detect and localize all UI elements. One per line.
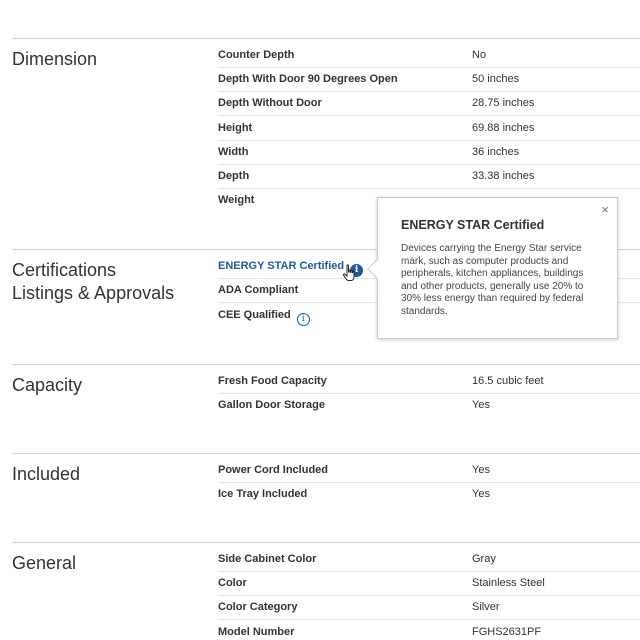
spec-value: Yes (472, 488, 490, 500)
spec-label: Counter Depth (218, 49, 295, 61)
spec-label: Fresh Food Capacity (218, 375, 327, 387)
spec-label: Color (218, 577, 247, 589)
spec-row-counter-depth: Counter Depth No (218, 44, 640, 68)
section-title-line1: Certifications (12, 260, 117, 280)
spec-value: 69.88 inches (472, 122, 535, 134)
spec-label: Side Cabinet Color (218, 553, 317, 565)
spec-label-text: ENERGY STAR Certified (218, 260, 345, 272)
spec-value: No (472, 49, 487, 61)
spec-row-model-number: Model Number FGHS2631PF (218, 621, 640, 640)
energy-star-popover: × ENERGY STAR Certified Devices carrying… (367, 197, 618, 339)
spec-value: Silver (472, 601, 500, 613)
spec-label-cee: CEE Qualified i (218, 309, 310, 326)
popover-body: Devices carrying the Energy Star service… (401, 243, 584, 317)
spec-label: Depth With Door 90 Degrees Open (218, 73, 398, 85)
spec-label: Weight (218, 194, 255, 206)
spec-value: 33.38 inches (472, 170, 535, 182)
spec-value: Stainless Steel (472, 577, 545, 589)
popover-title: ENERGY STAR Certified (401, 218, 545, 232)
spec-row-ice-tray: Ice Tray Included Yes (218, 483, 640, 507)
spec-label: Height (218, 122, 253, 134)
section-included: Included Power Cord Included Yes Ice Tra… (12, 453, 640, 542)
section-title-capacity: Capacity (12, 375, 83, 395)
spec-value: Yes (472, 464, 490, 476)
spec-label: Gallon Door Storage (218, 399, 325, 411)
spec-row-side-cabinet-color: Side Cabinet Color Gray (218, 548, 640, 572)
info-outline-icon[interactable]: i (296, 313, 310, 326)
spec-value: Yes (472, 399, 490, 411)
spec-row-fresh-food: Fresh Food Capacity 16.5 cubic feet (218, 370, 640, 394)
spec-row-width: Width 36 inches (218, 141, 640, 165)
spec-label: ADA Compliant (218, 284, 299, 296)
spec-row-depth-door-open: Depth With Door 90 Degrees Open 50 inche… (218, 68, 640, 92)
spec-label-text: CEE Qualified (218, 309, 291, 321)
spec-row-height: Height 69.88 inches (218, 117, 640, 141)
spec-value: 16.5 cubic feet (472, 375, 544, 387)
spec-value: FGHS2631PF (472, 626, 542, 638)
spec-row-depth: Depth 33.38 inches (218, 165, 640, 189)
spec-row-power-cord: Power Cord Included Yes (218, 459, 640, 483)
close-icon[interactable]: × (601, 202, 609, 217)
spec-row-color-category: Color Category Silver (218, 596, 640, 620)
spec-label: Ice Tray Included (218, 488, 308, 500)
hand-pointer-icon (342, 264, 355, 281)
spec-label: Width (218, 146, 249, 158)
spec-label: Color Category (218, 601, 298, 613)
section-title-dimension: Dimension (12, 49, 98, 69)
section-title-line2: Listings & Approvals (12, 283, 175, 303)
section-title-included: Included (12, 464, 81, 484)
spec-label: Depth (218, 170, 250, 182)
spec-label: Model Number (218, 626, 295, 638)
spec-row-color: Color Stainless Steel (218, 572, 640, 596)
section-capacity: Capacity Fresh Food Capacity 16.5 cubic … (12, 364, 640, 453)
spec-value: 36 inches (472, 146, 520, 158)
spec-row-gallon-door: Gallon Door Storage Yes (218, 394, 640, 418)
spec-value: Gray (472, 553, 496, 565)
spec-value: 50 inches (472, 73, 520, 85)
spec-label: Power Cord Included (218, 464, 329, 476)
section-title-general: General (12, 553, 77, 573)
spec-value: 28.75 inches (472, 97, 535, 109)
spec-label: Depth Without Door (218, 97, 322, 109)
section-title-certifications: Certifications Listings & Approvals (12, 259, 174, 305)
section-general: General Side Cabinet Color Gray Color St… (12, 542, 640, 640)
spec-row-depth-without-door: Depth Without Door 28.75 inches (218, 92, 640, 116)
